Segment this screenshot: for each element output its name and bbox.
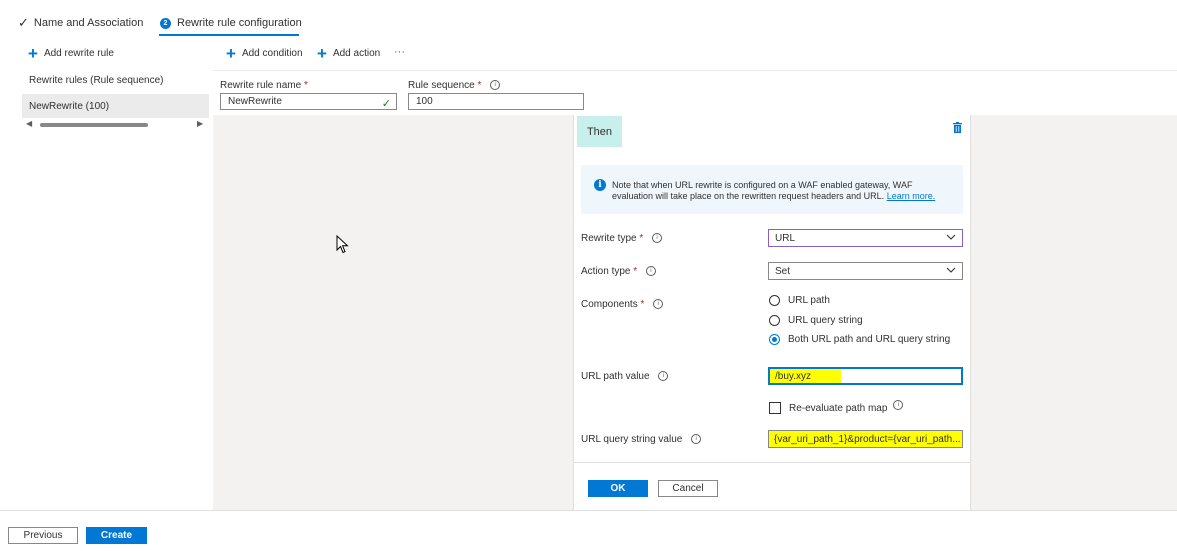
rule-name-input[interactable]: NewRewrite ✓ <box>220 93 397 110</box>
plus-icon: + <box>28 43 38 63</box>
horizontal-scrollbar[interactable]: ◀ ▶ <box>22 119 209 130</box>
toolbar-divider <box>213 70 1177 71</box>
rewrite-type-value: URL <box>775 232 796 244</box>
info-icon: i <box>594 179 606 191</box>
radio-button[interactable] <box>769 315 780 326</box>
radio-button[interactable] <box>769 295 780 306</box>
add-action-label: Add action <box>332 48 381 59</box>
info-icon[interactable]: i <box>490 80 501 91</box>
then-header: Then <box>577 116 622 147</box>
url-path-value-input[interactable]: /buy.xyz <box>768 367 963 385</box>
rewrite-type-label: Rewrite type * i <box>581 233 663 244</box>
action-type-label: Action type * i <box>581 266 656 277</box>
add-condition-button[interactable]: + Add condition <box>226 43 303 63</box>
radio-url-path[interactable]: URL path <box>769 295 830 306</box>
rewrite-type-dropdown[interactable]: URL <box>768 229 963 247</box>
step-number-badge: 2 <box>160 17 171 29</box>
radio-label: URL query string <box>788 315 863 326</box>
active-tab-indicator <box>159 34 299 36</box>
scroll-left-icon[interactable]: ◀ <box>26 119 32 128</box>
panel-divider <box>573 462 971 463</box>
action-type-value: Set <box>775 265 791 277</box>
previous-button[interactable]: Previous <box>8 527 78 544</box>
rule-name-label: Rewrite rule name * <box>220 80 308 91</box>
chevron-down-icon <box>946 267 956 273</box>
plus-icon: + <box>226 43 236 63</box>
rule-name-value: NewRewrite <box>228 96 282 107</box>
rule-sequence-input[interactable]: 100 <box>408 93 584 110</box>
radio-both[interactable]: Both URL path and URL query string <box>769 334 950 345</box>
waf-note: Note that when URL rewrite is configured… <box>581 165 963 214</box>
add-rewrite-rule-label: Add rewrite rule <box>43 48 114 59</box>
tab-label: Rewrite rule configuration <box>177 17 302 29</box>
rule-sequence-value: 100 <box>416 96 433 107</box>
info-icon[interactable]: i <box>691 434 702 445</box>
info-icon[interactable]: i <box>893 400 904 410</box>
valid-checkmark-icon: ✓ <box>381 98 391 110</box>
more-options-button[interactable]: ··· <box>394 46 405 58</box>
radio-url-query-string[interactable]: URL query string <box>769 315 863 326</box>
tab-name-and-association[interactable]: ✓ Name and Association <box>18 10 143 36</box>
radio-label: URL path <box>788 295 830 306</box>
url-path-value-label: URL path value i <box>581 371 669 382</box>
plus-icon: + <box>317 43 327 63</box>
checkbox[interactable] <box>769 402 781 414</box>
rules-list-header: Rewrite rules (Rule sequence) <box>29 75 164 86</box>
scroll-right-icon[interactable]: ▶ <box>197 119 203 128</box>
learn-more-link[interactable]: Learn more. <box>887 191 936 201</box>
add-action-button[interactable]: + Add action <box>317 43 381 63</box>
add-condition-label: Add condition <box>241 48 303 59</box>
info-icon[interactable]: i <box>645 266 656 277</box>
radio-label: Both URL path and URL query string <box>788 334 951 345</box>
chevron-down-icon <box>946 234 956 240</box>
waf-note-text: Note that when URL rewrite is configured… <box>612 180 913 201</box>
action-type-dropdown[interactable]: Set <box>768 262 963 280</box>
checkmark-icon: ✓ <box>18 15 29 30</box>
mouse-cursor-icon <box>336 235 349 254</box>
info-icon[interactable]: i <box>658 371 669 382</box>
create-button[interactable]: Create <box>86 527 147 544</box>
scrollbar-thumb[interactable] <box>40 123 148 127</box>
trash-icon[interactable] <box>953 122 962 133</box>
ok-button[interactable]: OK <box>588 480 648 497</box>
footer-divider <box>0 510 1177 511</box>
add-rewrite-rule-button[interactable]: + Add rewrite rule <box>28 43 114 63</box>
url-query-string-input[interactable]: {var_uri_path_1}&product={var_uri_path..… <box>768 430 963 448</box>
url-query-string-value: {var_uri_path_1}&product={var_uri_path..… <box>774 433 961 445</box>
url-path-value: /buy.xyz <box>770 369 841 383</box>
rule-sequence-label: Rule sequence * i <box>408 80 501 91</box>
cancel-button[interactable]: Cancel <box>658 480 718 497</box>
info-icon[interactable]: i <box>653 299 664 310</box>
reevaluate-path-map-checkbox[interactable]: Re-evaluate path map i <box>769 400 904 414</box>
components-label: Components * i <box>581 299 664 310</box>
info-icon[interactable]: i <box>652 233 663 244</box>
url-query-string-label: URL query string value i <box>581 434 702 445</box>
radio-button[interactable] <box>769 334 780 345</box>
tab-label: Name and Association <box>33 17 144 29</box>
rule-list-item[interactable]: NewRewrite (100) <box>22 94 209 118</box>
checkbox-label: Re-evaluate path map <box>789 402 888 414</box>
tab-rewrite-rule-configuration[interactable]: 2 Rewrite rule configuration <box>160 10 302 36</box>
